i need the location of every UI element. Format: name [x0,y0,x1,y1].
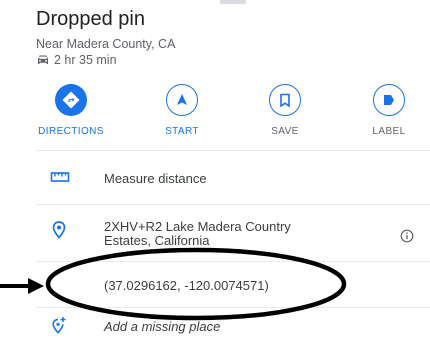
bookmark-icon [269,84,301,116]
divider [36,261,430,262]
divider [36,150,430,151]
divider [36,307,430,308]
info-icon[interactable] [400,229,414,248]
coordinates-row[interactable]: (37.0296162, -120.0074571) [0,274,430,302]
drag-handle[interactable] [220,0,246,4]
start-label: START [165,126,199,137]
measure-distance-row[interactable]: Measure distance [0,160,430,200]
coordinates-text: (37.0296162, -120.0074571) [104,278,269,293]
save-button[interactable]: SAVE [240,84,330,137]
divider [36,204,430,205]
flag-icon [373,84,405,116]
save-label: SAVE [271,126,299,137]
location-pin-icon [52,221,66,244]
label-button[interactable]: LABEL [344,84,430,137]
drive-time-text: 2 hr 35 min [54,53,117,67]
start-button[interactable]: START [137,84,227,137]
place-title: Dropped pin [36,8,145,30]
directions-icon [55,84,87,116]
car-icon [36,54,50,66]
directions-label: DIRECTIONS [38,126,104,137]
add-missing-place-label: Add a missing place [104,319,221,334]
plus-code-line2: Estates, California [104,233,210,248]
add-location-icon [50,316,68,339]
drive-time: 2 hr 35 min [36,53,117,67]
add-missing-place-row[interactable]: Add a missing place [0,316,430,339]
directions-button[interactable]: DIRECTIONS [26,84,116,137]
plus-code-line1: 2XHV+R2 Lake Madera Country [104,219,291,234]
measure-distance-label: Measure distance [104,171,207,186]
navigation-icon [166,84,198,116]
action-bar: DIRECTIONS START SAVE LABEL [30,84,430,146]
plus-code-row[interactable]: 2XHV+R2 Lake Madera Country Estates, Cal… [0,214,430,258]
plus-code-text: 2XHV+R2 Lake Madera Country Estates, Cal… [104,220,291,248]
ruler-icon [50,170,70,189]
place-subtitle: Near Madera County, CA [36,37,176,51]
label-label: LABEL [372,126,406,137]
